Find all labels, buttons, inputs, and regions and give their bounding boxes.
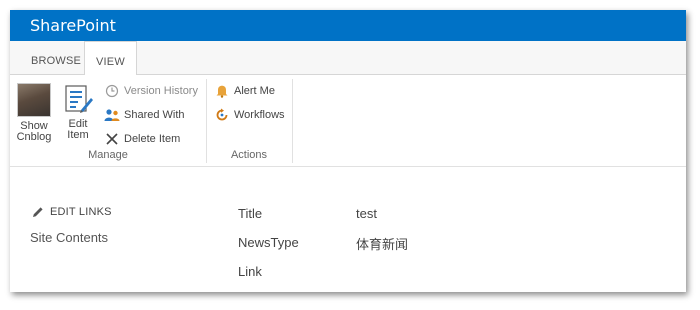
cnblog-thumbnail-icon	[17, 83, 51, 117]
version-history-label: Version History	[124, 85, 198, 97]
delete-item-button[interactable]: Delete Item	[104, 129, 180, 149]
field-label-title: Title	[238, 206, 263, 221]
version-history-icon	[104, 83, 120, 99]
app-title[interactable]: SharePoint	[10, 16, 116, 35]
version-history-button[interactable]: Version History	[104, 81, 198, 101]
people-icon	[104, 107, 120, 123]
bell-icon	[214, 83, 230, 99]
field-label-newstype: NewsType	[238, 235, 299, 250]
shared-with-button[interactable]: Shared With	[104, 105, 185, 125]
tab-browse[interactable]: BROWSE	[20, 41, 92, 75]
field-value-title: test	[356, 206, 377, 221]
edit-links-button[interactable]: EDIT LINKS	[32, 206, 112, 218]
site-contents-link[interactable]: Site Contents	[30, 230, 108, 245]
edit-item-icon	[62, 83, 94, 115]
ribbon-tab-row: BROWSE VIEW	[10, 41, 686, 76]
group-divider	[292, 79, 293, 163]
edit-item-button[interactable]: Edit Item	[60, 83, 96, 141]
sharepoint-window: SharePoint BROWSE VIEW Show Cnblog Edit …	[10, 10, 686, 292]
tab-view[interactable]: VIEW	[84, 41, 137, 76]
show-button-line2: Cnblog	[16, 131, 52, 143]
workflows-button[interactable]: Workflows	[214, 105, 285, 125]
shared-with-label: Shared With	[124, 109, 185, 121]
workflows-label: Workflows	[234, 109, 285, 121]
alert-me-button[interactable]: Alert Me	[214, 81, 275, 101]
suite-bar: SharePoint	[10, 10, 686, 41]
edit-links-label: EDIT LINKS	[50, 206, 112, 218]
group-label-actions: Actions	[230, 149, 268, 161]
delete-item-label: Delete Item	[124, 133, 181, 145]
alert-me-label: Alert Me	[234, 85, 275, 97]
edit-button-line2: Item	[67, 129, 89, 141]
field-label-link: Link	[238, 264, 262, 279]
delete-x-icon	[104, 131, 120, 147]
ribbon: Show Cnblog Edit Item Version History Sh…	[10, 75, 686, 167]
show-cnblog-button[interactable]: Show Cnblog	[14, 83, 54, 143]
pencil-icon	[32, 206, 44, 218]
field-value-newstype: 体育新闻	[356, 238, 409, 253]
workflow-cycle-icon	[214, 107, 230, 123]
group-label-manage: Manage	[88, 149, 128, 161]
